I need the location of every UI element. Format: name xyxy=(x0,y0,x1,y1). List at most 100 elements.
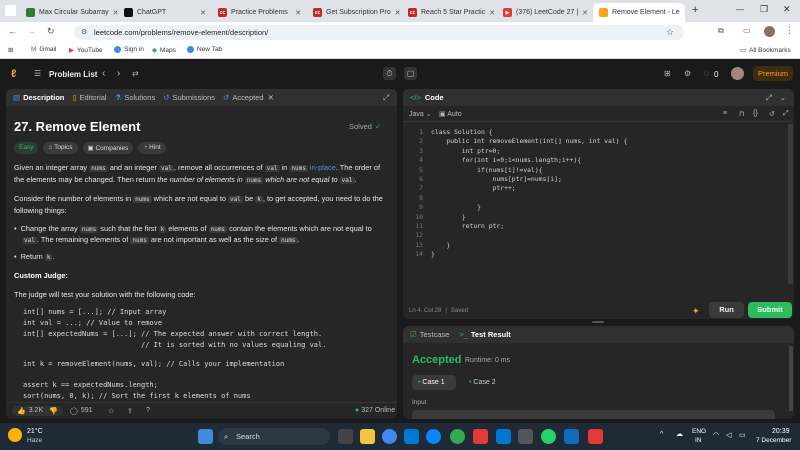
settings-icon[interactable]: ⚙ xyxy=(684,69,691,78)
bookmark-youtube[interactable]: ▶ YouTube xyxy=(69,46,103,55)
url-field[interactable]: ⚙ leetcode.com/problems/remove-element/de… xyxy=(74,25,684,40)
editor-scrollbar[interactable] xyxy=(788,124,793,284)
close-tab-icon[interactable]: ✕ xyxy=(196,9,206,17)
site-info-icon[interactable]: ⚙ xyxy=(81,28,87,36)
close-tab-icon[interactable]: ✕ xyxy=(291,9,301,17)
like-button[interactable]: 👍 3.2K 👎 xyxy=(12,406,63,416)
start-icon[interactable] xyxy=(198,429,213,444)
favorite-star-icon[interactable]: ☆ xyxy=(108,407,114,415)
bookmark-newtab[interactable]: New Tab xyxy=(187,46,222,53)
close-tab-icon[interactable]: ✕ xyxy=(680,9,685,17)
close-window-icon[interactable]: ✕ xyxy=(783,4,791,15)
run-button[interactable]: Run xyxy=(709,302,744,318)
problem-list-link[interactable]: Problem List xyxy=(49,70,97,79)
hint-chip[interactable]: ◔ Hint xyxy=(138,142,166,154)
tab-test-result[interactable]: Test Result xyxy=(471,330,511,339)
battery-icon[interactable]: ▭ xyxy=(739,431,746,439)
edge-icon[interactable] xyxy=(426,429,441,444)
wifi-icon[interactable]: ◠ xyxy=(713,431,719,439)
chrome-profile-icon[interactable] xyxy=(450,429,465,444)
debug-icon[interactable]: ✦ xyxy=(692,306,700,317)
expand-icon[interactable]: ⤢ xyxy=(766,93,772,103)
format-icon[interactable]: ≡ xyxy=(723,110,727,117)
timer-icon[interactable]: ⏱ xyxy=(383,67,396,80)
expand-panel-icon[interactable]: ⤢ xyxy=(383,93,389,103)
collapse-icon[interactable]: ⌄ xyxy=(780,93,786,102)
browser-tab[interactable]: Max Circular Subarray ✕ xyxy=(20,3,118,22)
next-problem-icon[interactable]: › xyxy=(117,68,120,79)
topics-chip[interactable]: ⌂ Topics xyxy=(43,142,78,154)
case-2-tab[interactable]: • Case 2 xyxy=(463,375,507,390)
code-editor[interactable]: 1 class Solution {2 public int removeElem… xyxy=(403,124,794,294)
bookmark-gmail[interactable]: M Gmail xyxy=(31,46,56,53)
close-tab-icon[interactable]: ✕ xyxy=(485,9,495,17)
panel-resize-handle[interactable] xyxy=(592,321,604,323)
browser-tab[interactable]: cc Practice Problems ✕ xyxy=(212,3,307,22)
forward-icon[interactable]: → xyxy=(27,26,36,36)
close-tab-icon[interactable]: ✕ xyxy=(578,9,588,17)
tab-search-icon[interactable] xyxy=(5,5,16,16)
maximize-icon[interactable]: ❐ xyxy=(760,4,768,15)
bookmark-star-icon[interactable]: ☆ xyxy=(666,27,674,38)
autocomplete-toggle[interactable]: ▣ Auto xyxy=(439,110,462,118)
browser-tab[interactable]: cc Get Subscription Pro ✕ xyxy=(307,3,402,22)
leetcode-logo[interactable]: ℓ xyxy=(11,68,16,80)
volume-icon[interactable]: ◁ xyxy=(726,431,731,439)
profile-avatar[interactable] xyxy=(764,26,775,37)
bookmark-icon[interactable]: ⊓ xyxy=(739,110,744,118)
tab-submissions[interactable]: Submissions xyxy=(173,93,216,102)
file-explorer-icon[interactable] xyxy=(360,429,375,444)
bookmark-signin[interactable]: Sign in xyxy=(114,46,144,53)
vscode-icon[interactable] xyxy=(496,429,511,444)
user-avatar[interactable] xyxy=(731,67,744,80)
tab-description[interactable]: Description xyxy=(23,93,64,102)
thumbs-down-icon[interactable]: 👎 xyxy=(49,407,58,415)
browser-tab[interactable]: ChatGPT ✕ xyxy=(118,3,212,22)
comments-button[interactable]: ◯ 591 xyxy=(70,407,93,415)
share-icon[interactable]: ⇪ xyxy=(127,407,133,415)
browser-tab[interactable]: cc Reach 5 Star Practic ✕ xyxy=(402,3,497,22)
browser-tab-active[interactable]: Remove Element - Le✕ xyxy=(593,3,685,22)
notes-icon[interactable]: ▢ xyxy=(404,67,417,80)
test-scrollbar[interactable] xyxy=(789,346,793,411)
app-icon[interactable] xyxy=(473,429,488,444)
teams-icon[interactable] xyxy=(564,429,579,444)
app-icon[interactable] xyxy=(518,429,533,444)
word-icon[interactable] xyxy=(404,429,419,444)
whatsapp-icon[interactable] xyxy=(541,429,556,444)
bookmark-maps[interactable]: ◆ Maps xyxy=(152,46,176,55)
premium-button[interactable]: Premium xyxy=(753,66,793,81)
fullscreen-icon[interactable]: ⤢ xyxy=(783,110,789,118)
taskbar-search[interactable]: ⌕ Search xyxy=(218,428,330,445)
shuffle-icon[interactable]: ⇄ xyxy=(132,69,139,78)
braces-icon[interactable]: {} xyxy=(753,110,758,117)
minimize-icon[interactable]: — xyxy=(736,5,744,14)
tab-solutions[interactable]: Solutions xyxy=(124,93,155,102)
reset-icon[interactable]: ↺ xyxy=(769,110,775,118)
tray-chevron-icon[interactable]: ^ xyxy=(660,431,663,438)
reload-icon[interactable]: ↻ xyxy=(47,26,55,37)
close-tab-icon[interactable]: ✕ xyxy=(391,9,401,17)
prev-problem-icon[interactable]: ‹ xyxy=(102,68,105,79)
youtube-app-icon[interactable] xyxy=(588,429,603,444)
companies-chip[interactable]: ▣ Companies xyxy=(82,142,134,154)
all-bookmarks[interactable]: ▭ All Bookmarks xyxy=(740,46,791,55)
tab-editorial[interactable]: Editorial xyxy=(80,93,107,102)
case-1-tab[interactable]: • Case 1 xyxy=(412,375,456,390)
extensions-icon[interactable]: ⧉ xyxy=(718,26,724,36)
close-tab-icon[interactable]: ✕ xyxy=(268,93,274,102)
clock-time[interactable]: 20:39 xyxy=(772,428,790,435)
input-language[interactable]: ENG xyxy=(692,428,706,435)
in-place-link[interactable]: in-place xyxy=(310,163,336,172)
apps-icon[interactable]: ⊞ xyxy=(8,46,13,54)
browser-tab[interactable]: ▶ (376) LeetCode 27 | ✕ xyxy=(497,3,593,22)
tab-accepted[interactable]: Accepted xyxy=(232,93,263,102)
new-tab-icon[interactable]: + xyxy=(692,4,698,16)
layout-icon[interactable]: ⊞ xyxy=(664,69,671,78)
close-tab-icon[interactable]: ✕ xyxy=(109,9,118,17)
language-select[interactable]: Java ⌄ xyxy=(409,110,432,118)
back-icon[interactable]: ← xyxy=(8,26,17,36)
help-icon[interactable]: ? xyxy=(146,407,150,414)
submit-button[interactable]: Submit xyxy=(748,302,792,318)
task-view-icon[interactable] xyxy=(338,429,353,444)
